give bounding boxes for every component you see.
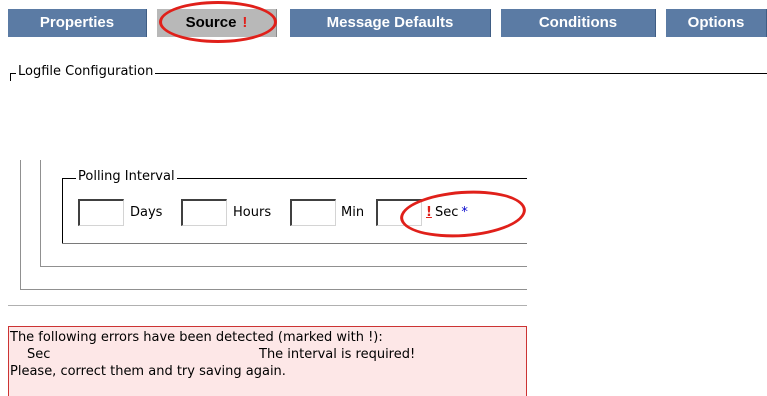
hours-input[interactable]: [181, 199, 227, 226]
tab-properties[interactable]: Properties: [8, 9, 147, 37]
tab-bar: Properties Source! Message Defaults Cond…: [0, 0, 767, 44]
frame-line: [41, 266, 527, 267]
error-panel: The following errors have been detected …: [8, 326, 527, 396]
tab-label: Message Defaults: [326, 14, 454, 31]
hours-label: Hours: [233, 205, 272, 220]
minutes-input[interactable]: [290, 199, 336, 226]
tab-label: Conditions: [538, 14, 618, 31]
frame-line: [21, 289, 527, 290]
separator: [8, 305, 527, 306]
error-row: Sec The interval is required!: [9, 346, 526, 363]
days-input[interactable]: [78, 199, 124, 226]
seconds-input[interactable]: [376, 199, 422, 226]
seconds-error-mark: !: [426, 205, 432, 220]
logfile-section-border: [10, 73, 11, 81]
error-footer: Please, correct them and try saving agai…: [10, 364, 286, 379]
frame-line: [40, 160, 41, 267]
tab-options[interactable]: Options: [666, 9, 767, 37]
tab-label: Properties: [39, 14, 115, 31]
seconds-unit-text: Sec: [434, 205, 459, 220]
days-label: Days: [130, 205, 163, 220]
required-asterisk: *: [461, 205, 468, 220]
polling-interval-legend: Polling Interval: [76, 169, 177, 184]
minutes-label: Min: [341, 205, 365, 220]
logfile-config-legend: Logfile Configuration: [16, 64, 156, 79]
tab-label: Source: [185, 14, 237, 31]
frame-line: [20, 160, 21, 290]
tab-message-defaults[interactable]: Message Defaults: [290, 9, 491, 37]
tab-error-mark: !: [242, 14, 248, 31]
error-message: The interval is required!: [259, 347, 416, 362]
tab-source[interactable]: Source!: [157, 9, 277, 37]
tab-label: Options: [687, 14, 745, 31]
polling-border: [62, 178, 63, 243]
error-header: The following errors have been detected …: [10, 330, 383, 345]
polling-border: [62, 243, 527, 244]
tab-conditions[interactable]: Conditions: [501, 9, 656, 37]
seconds-label: ! Sec *: [426, 205, 468, 220]
error-field: Sec: [27, 347, 51, 362]
